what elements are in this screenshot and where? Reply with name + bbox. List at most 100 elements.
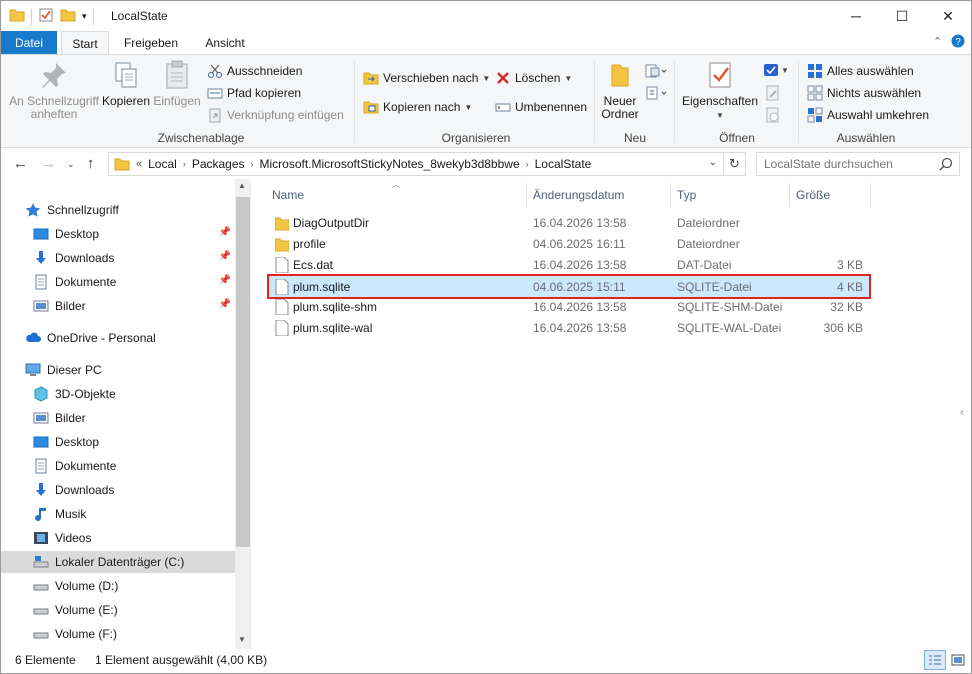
pin-icon[interactable]: 📌 <box>219 299 231 310</box>
copy-path-icon <box>207 88 223 99</box>
invert-selection-button[interactable]: Auswahl umkehren <box>807 105 929 125</box>
file-row[interactable]: plum.sqlite-shm 16.04.2026 13:58 SQLITE-… <box>267 297 871 318</box>
delete-button[interactable]: Löschen ▼ <box>495 68 572 88</box>
scroll-down-icon[interactable]: ▼ <box>238 635 246 644</box>
chevron-right-icon[interactable]: › <box>181 159 188 169</box>
nav-pc-drive-f[interactable]: Volume (F:) <box>1 623 235 645</box>
close-button[interactable]: ✕ <box>925 1 971 31</box>
minimize-button[interactable]: ─ <box>833 1 879 31</box>
window-title: LocalState <box>111 9 168 23</box>
nav-quick-documents[interactable]: Dokumente 📌 <box>1 271 235 293</box>
file-row[interactable]: plum.sqlite-wal 16.04.2026 13:58 SQLITE-… <box>267 318 871 339</box>
open-button[interactable]: ▼ <box>763 62 789 78</box>
nav-pc-videos[interactable]: Videos <box>1 527 235 549</box>
column-header-date[interactable]: Änderungsdatum <box>527 183 671 207</box>
folder-icon <box>275 217 289 231</box>
recent-locations-chevron-icon[interactable]: ⌄ <box>67 159 75 170</box>
edit-button[interactable] <box>765 85 781 104</box>
chevron-left-icon[interactable]: ‹ <box>960 405 964 419</box>
pin-icon[interactable]: 📌 <box>219 227 231 238</box>
up-arrow-icon[interactable]: ↑ <box>87 155 95 172</box>
nav-pc-desktop[interactable]: Desktop <box>1 431 235 453</box>
breadcrumb-stickynotes[interactable]: Microsoft.MicrosoftStickyNotes_8wekyb3d8… <box>256 157 524 171</box>
help-icon[interactable]: ? <box>951 34 965 51</box>
copy-to-icon <box>363 101 379 114</box>
nav-quick-access[interactable]: Schnellzugriff <box>1 199 235 221</box>
nav-pc-drive-c[interactable]: Lokaler Datenträger (C:) <box>1 551 235 573</box>
history-icon <box>766 107 779 123</box>
nav-pc-3d-objects[interactable]: 3D-Objekte <box>1 383 235 405</box>
properties-button[interactable]: Eigenschaften ▼ <box>679 59 761 122</box>
easy-access-button[interactable] <box>645 85 667 104</box>
nav-pc-pictures[interactable]: Bilder <box>1 407 235 429</box>
forward-arrow-icon[interactable]: → <box>41 155 56 172</box>
pin-icon[interactable]: 📌 <box>219 251 231 262</box>
tab-ansicht[interactable]: Ansicht <box>193 31 257 55</box>
documents-icon <box>35 458 47 474</box>
quick-access-dropdown-icon[interactable]: ▾ <box>82 11 87 22</box>
properties-quick-icon[interactable] <box>38 7 54 26</box>
open-icon <box>764 64 778 76</box>
file-row[interactable]: Ecs.dat 16.04.2026 13:58 DAT-Datei 3 KB <box>267 255 871 276</box>
drive-icon <box>33 632 49 639</box>
navigation-scrollbar-thumb[interactable] <box>236 197 250 547</box>
cube-icon <box>34 386 48 402</box>
easy-access-icon <box>646 86 667 100</box>
tab-start[interactable]: Start <box>61 31 109 55</box>
address-bar[interactable]: « Local › Packages › Microsoft.Microsoft… <box>108 152 746 176</box>
nav-quick-desktop[interactable]: Desktop 📌 <box>1 223 235 245</box>
details-view-button[interactable] <box>924 650 946 670</box>
back-arrow-icon[interactable]: ← <box>13 155 28 172</box>
breadcrumb-overflow[interactable]: « <box>130 158 144 170</box>
select-all-button[interactable]: Alles auswählen <box>807 61 914 81</box>
nav-quick-pictures[interactable]: Bilder 📌 <box>1 295 235 317</box>
navigation-bar: ← → ⌄ ↑ « Local › Packages › Microsoft.M… <box>1 149 971 179</box>
copy-to-button[interactable]: Kopieren nach ▼ <box>363 97 472 117</box>
nav-pc-drive-e[interactable]: Volume (E:) <box>1 599 235 621</box>
file-row[interactable]: DiagOutputDir 16.04.2026 13:58 Dateiordn… <box>267 213 871 234</box>
new-folder-quick-icon[interactable] <box>60 7 76 26</box>
large-icons-view-button[interactable] <box>947 650 969 670</box>
breadcrumb-local[interactable]: Local <box>144 157 181 171</box>
address-dropdown-chevron-icon[interactable]: ⌄ <box>709 157 717 168</box>
rename-button[interactable]: Umbenennen <box>495 97 587 117</box>
invert-selection-label: Auswahl umkehren <box>827 108 930 122</box>
breadcrumb-localstate[interactable]: LocalState <box>531 157 596 171</box>
tab-datei[interactable]: Datei <box>1 31 57 55</box>
tab-freigeben[interactable]: Freigeben <box>113 31 189 55</box>
nav-onedrive[interactable]: OneDrive - Personal <box>1 327 235 349</box>
copy-path-button[interactable]: Pfad kopieren <box>207 83 301 103</box>
pin-icon[interactable]: 📌 <box>219 275 231 286</box>
nav-pc-music[interactable]: Musik <box>1 503 235 525</box>
new-folder-label: Neuer Ordner <box>601 94 639 121</box>
chevron-right-icon[interactable]: › <box>524 159 531 169</box>
history-button[interactable] <box>765 107 781 126</box>
nav-this-pc[interactable]: Dieser PC <box>1 359 235 381</box>
file-row-selected[interactable]: plum.sqlite 04.06.2025 15:11 SQLITE-Date… <box>267 274 871 299</box>
paste-shortcut-button[interactable]: Verknüpfung einfügen <box>207 105 344 125</box>
nav-pc-downloads[interactable]: Downloads <box>1 479 235 501</box>
paste-button[interactable]: Einfügen <box>151 59 203 108</box>
pin-quick-access-button[interactable]: An Schnellzugriff anheften <box>7 59 101 121</box>
properties-check-icon <box>709 62 731 88</box>
new-item-button[interactable] <box>645 63 667 82</box>
nav-pc-documents[interactable]: Dokumente <box>1 455 235 477</box>
cut-button[interactable]: Ausschneiden <box>207 61 302 81</box>
chevron-right-icon[interactable]: › <box>249 159 256 169</box>
column-header-size[interactable]: Größe <box>790 183 871 207</box>
nav-pc-drive-d[interactable]: Volume (D:) <box>1 575 235 597</box>
nav-quick-downloads[interactable]: Downloads 📌 <box>1 247 235 269</box>
new-folder-button[interactable]: Neuer Ordner <box>597 59 643 121</box>
collapse-ribbon-icon[interactable]: ⌃ <box>933 35 942 48</box>
move-to-button[interactable]: Verschieben nach ▼ <box>363 68 490 88</box>
scroll-up-icon[interactable]: ▲ <box>238 181 246 190</box>
copy-button[interactable]: Kopieren <box>101 59 151 108</box>
refresh-icon[interactable]: ↻ <box>723 153 745 175</box>
status-bar: 6 Elemente 1 Element ausgewählt (4,00 KB… <box>1 649 971 673</box>
column-header-type[interactable]: Typ <box>671 183 790 207</box>
file-row[interactable]: profile 04.06.2025 16:11 Dateiordner <box>267 234 871 255</box>
maximize-button[interactable]: ☐ <box>879 1 925 31</box>
select-none-button[interactable]: Nichts auswählen <box>807 83 921 103</box>
search-input[interactable]: LocalState durchsuchen <box>756 152 960 176</box>
breadcrumb-packages[interactable]: Packages <box>188 157 249 171</box>
